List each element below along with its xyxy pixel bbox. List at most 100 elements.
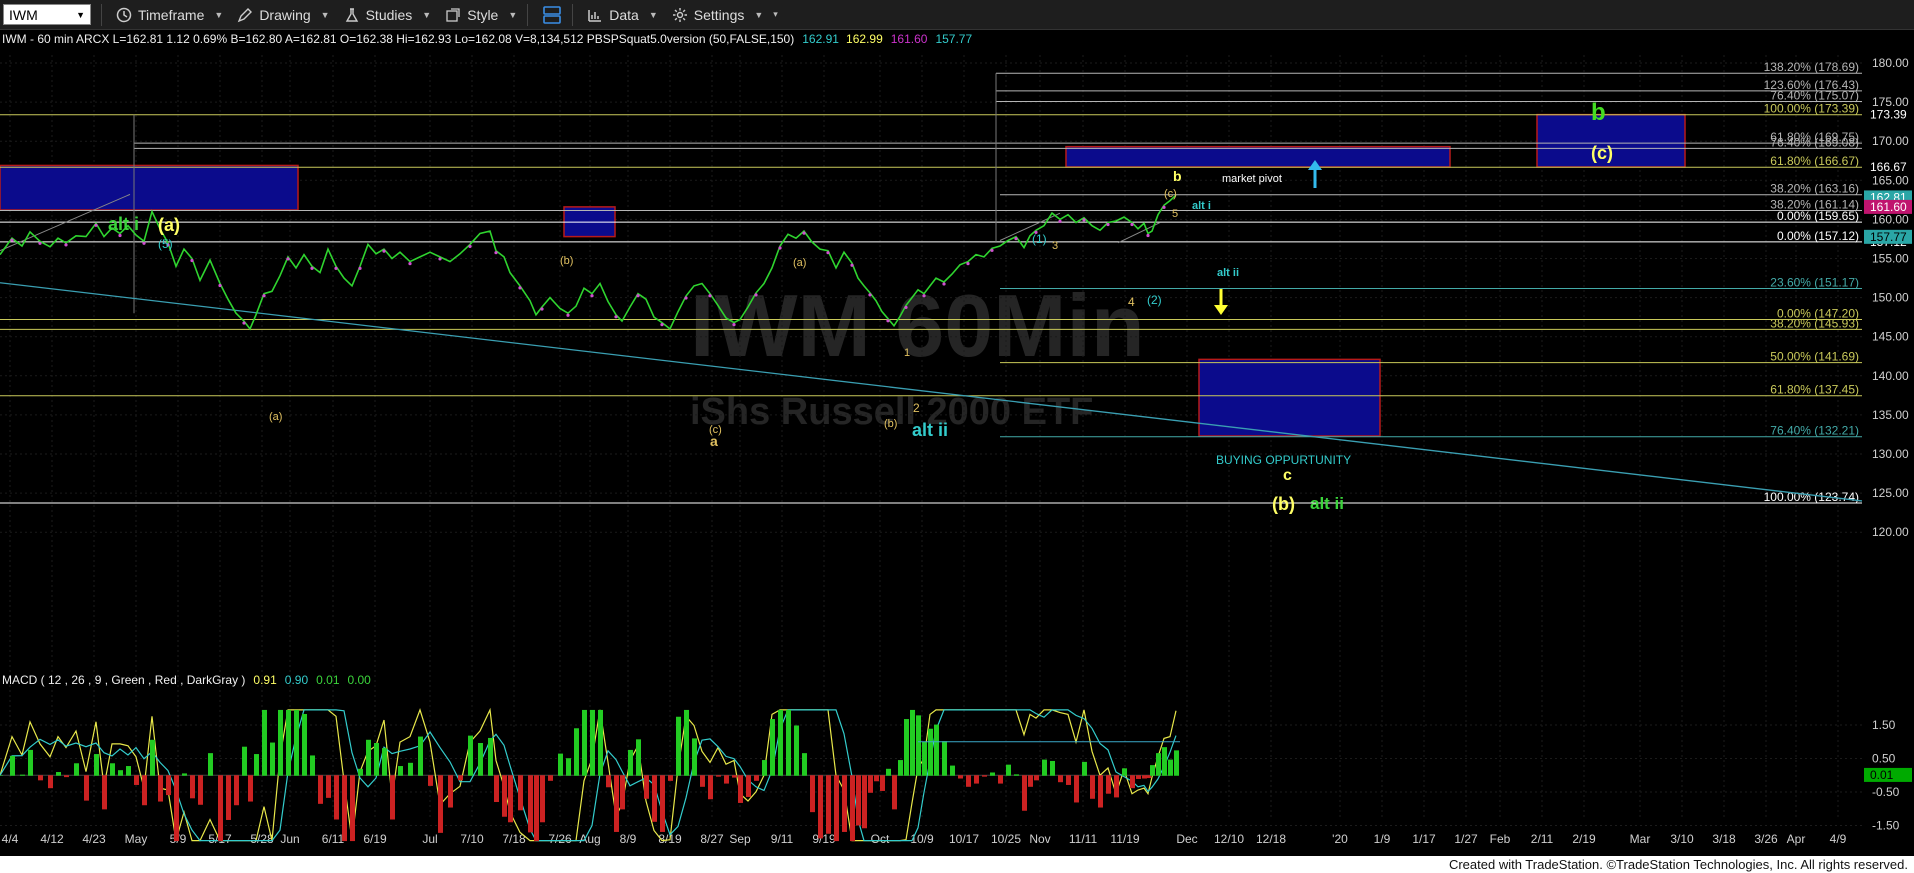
macd-histogram-bar (102, 775, 107, 810)
macd-histogram-bar (342, 775, 347, 842)
layout-button[interactable] (542, 5, 562, 25)
macd-histogram-bar (1058, 775, 1063, 783)
x-tick-label: 12/18 (1256, 832, 1286, 846)
studies-menu[interactable]: Studies ▼ (344, 7, 432, 23)
price-marker (334, 266, 338, 270)
macd-histogram-bar (10, 755, 15, 776)
x-tick-label: Jul (422, 832, 437, 846)
macd-histogram-bar (48, 775, 53, 789)
wave-label: (a) (269, 411, 282, 423)
x-tick-label: Nov (1029, 832, 1050, 846)
macd-histogram-bar (182, 773, 187, 776)
price-marker (1130, 222, 1134, 227)
wave-label: market pivot (1222, 173, 1282, 185)
price-marker (358, 266, 362, 270)
pencil-icon (238, 7, 253, 22)
toolbar-divider (527, 3, 529, 26)
macd-histogram-bar (606, 775, 611, 788)
macd-histogram-bar (700, 775, 705, 787)
level-label: 38.20% (145.93) (1770, 316, 1859, 330)
macd-histogram-bar (218, 775, 223, 842)
x-tick-label: 3/18 (1712, 832, 1736, 846)
macd-histogram-bar (262, 709, 267, 776)
macd-histogram-bar (74, 763, 79, 776)
symbol-select[interactable]: IWM ▼ (3, 4, 91, 25)
price-marker (850, 263, 854, 267)
wave-label: (c) (1164, 188, 1177, 200)
macd-histogram-bar (1050, 760, 1055, 776)
macd-histogram-bar (242, 746, 247, 776)
macd-badge-text: 0.01 (1870, 768, 1894, 782)
chart-area[interactable]: IWM - 60 min ARCX L=162.81 1.12 0.69% B=… (0, 30, 1914, 862)
x-tick-label: Feb (1490, 832, 1511, 846)
wave-label: (a) (158, 215, 180, 235)
price-marker (754, 293, 758, 297)
macd-histogram-bar (150, 739, 155, 776)
price-marker (922, 294, 926, 298)
macd-histogram-bar (660, 775, 665, 832)
x-tick-label: 2/19 (1572, 832, 1596, 846)
macd-histogram-bar (1090, 775, 1095, 799)
style-menu[interactable]: Style ▼ (445, 7, 517, 23)
y-tick-label: 120.00 (1872, 525, 1909, 539)
y-tick-label: 160.00 (1872, 212, 1909, 226)
price-badge: 166.67 (1864, 160, 1912, 175)
wave-label: BUYING OPPURTUNITY (1216, 453, 1351, 467)
macd-histogram-bar (922, 741, 927, 776)
price-marker (286, 257, 290, 261)
macd-histogram-bar (620, 775, 625, 810)
macd-histogram-bar (408, 762, 413, 776)
macd-histogram-bar (278, 709, 283, 776)
price-marker (38, 241, 42, 245)
toolbar: IWM ▼ Timeframe ▼ Drawing ▼ Studies ▼ St… (0, 0, 1914, 30)
macd-histogram-bar (38, 775, 43, 781)
chart-svg[interactable]: IWM - 60 min ARCX L=162.81 1.12 0.69% B=… (0, 30, 1914, 856)
macd-histogram-bar (326, 775, 331, 798)
x-tick-label: 10/9 (910, 832, 934, 846)
wave-label: (2) (1147, 293, 1162, 307)
price-marker (1082, 218, 1086, 222)
macd-histogram-bar (1156, 753, 1161, 776)
macd-histogram-bar (684, 709, 689, 776)
macd-histogram-bar (458, 775, 463, 781)
x-tick-label: 6/19 (363, 832, 387, 846)
wave-label: a (710, 433, 718, 449)
drawing-menu[interactable]: Drawing ▼ (237, 7, 330, 23)
macd-histogram-bar (874, 775, 879, 782)
macd-histogram-bar (1028, 775, 1033, 787)
level-label: 61.80% (137.45) (1770, 383, 1859, 397)
macd-histogram-bar (56, 772, 61, 776)
macd-histogram-bar (418, 736, 423, 776)
layout-icon (543, 5, 562, 24)
macd-histogram-bar (904, 719, 909, 776)
macd-histogram-bar (488, 737, 493, 776)
macd-histogram-bar (1014, 774, 1019, 776)
price-marker (218, 283, 222, 288)
timeframe-menu[interactable]: Timeframe ▼ (116, 7, 223, 23)
macd-histogram-bar (518, 775, 523, 811)
macd-histogram-bar (794, 725, 799, 776)
x-tick-label: 6/11 (322, 832, 345, 846)
timeframe-label: Timeframe (138, 6, 205, 23)
macd-histogram-bar (226, 775, 231, 820)
y-tick-label: 165.00 (1872, 173, 1909, 187)
wave-label: b (1173, 168, 1182, 184)
x-tick-label: 4/4 (2, 832, 19, 846)
caret-down-icon: ▼ (422, 9, 432, 20)
level-label: 61.80% (166.67) (1770, 154, 1859, 168)
price-marker (1146, 233, 1150, 238)
macd-histogram-bar (294, 709, 299, 776)
macd-histogram-bar (916, 715, 921, 776)
macd-histogram-bar (966, 775, 971, 787)
macd-histogram-bar (834, 775, 839, 842)
macd-histogram-bar (84, 775, 89, 801)
macd-histogram-bar (1074, 775, 1079, 803)
macd-histogram-bar (286, 709, 291, 776)
price-marker (64, 243, 68, 247)
settings-menu[interactable]: Settings ▼ ▾ (672, 7, 778, 23)
macd-histogram-bar (502, 775, 507, 817)
macd-histogram-bar (1168, 759, 1173, 776)
macd-histogram-bar (1042, 759, 1047, 776)
price-marker (94, 223, 98, 227)
data-menu[interactable]: Data ▼ (587, 7, 658, 23)
